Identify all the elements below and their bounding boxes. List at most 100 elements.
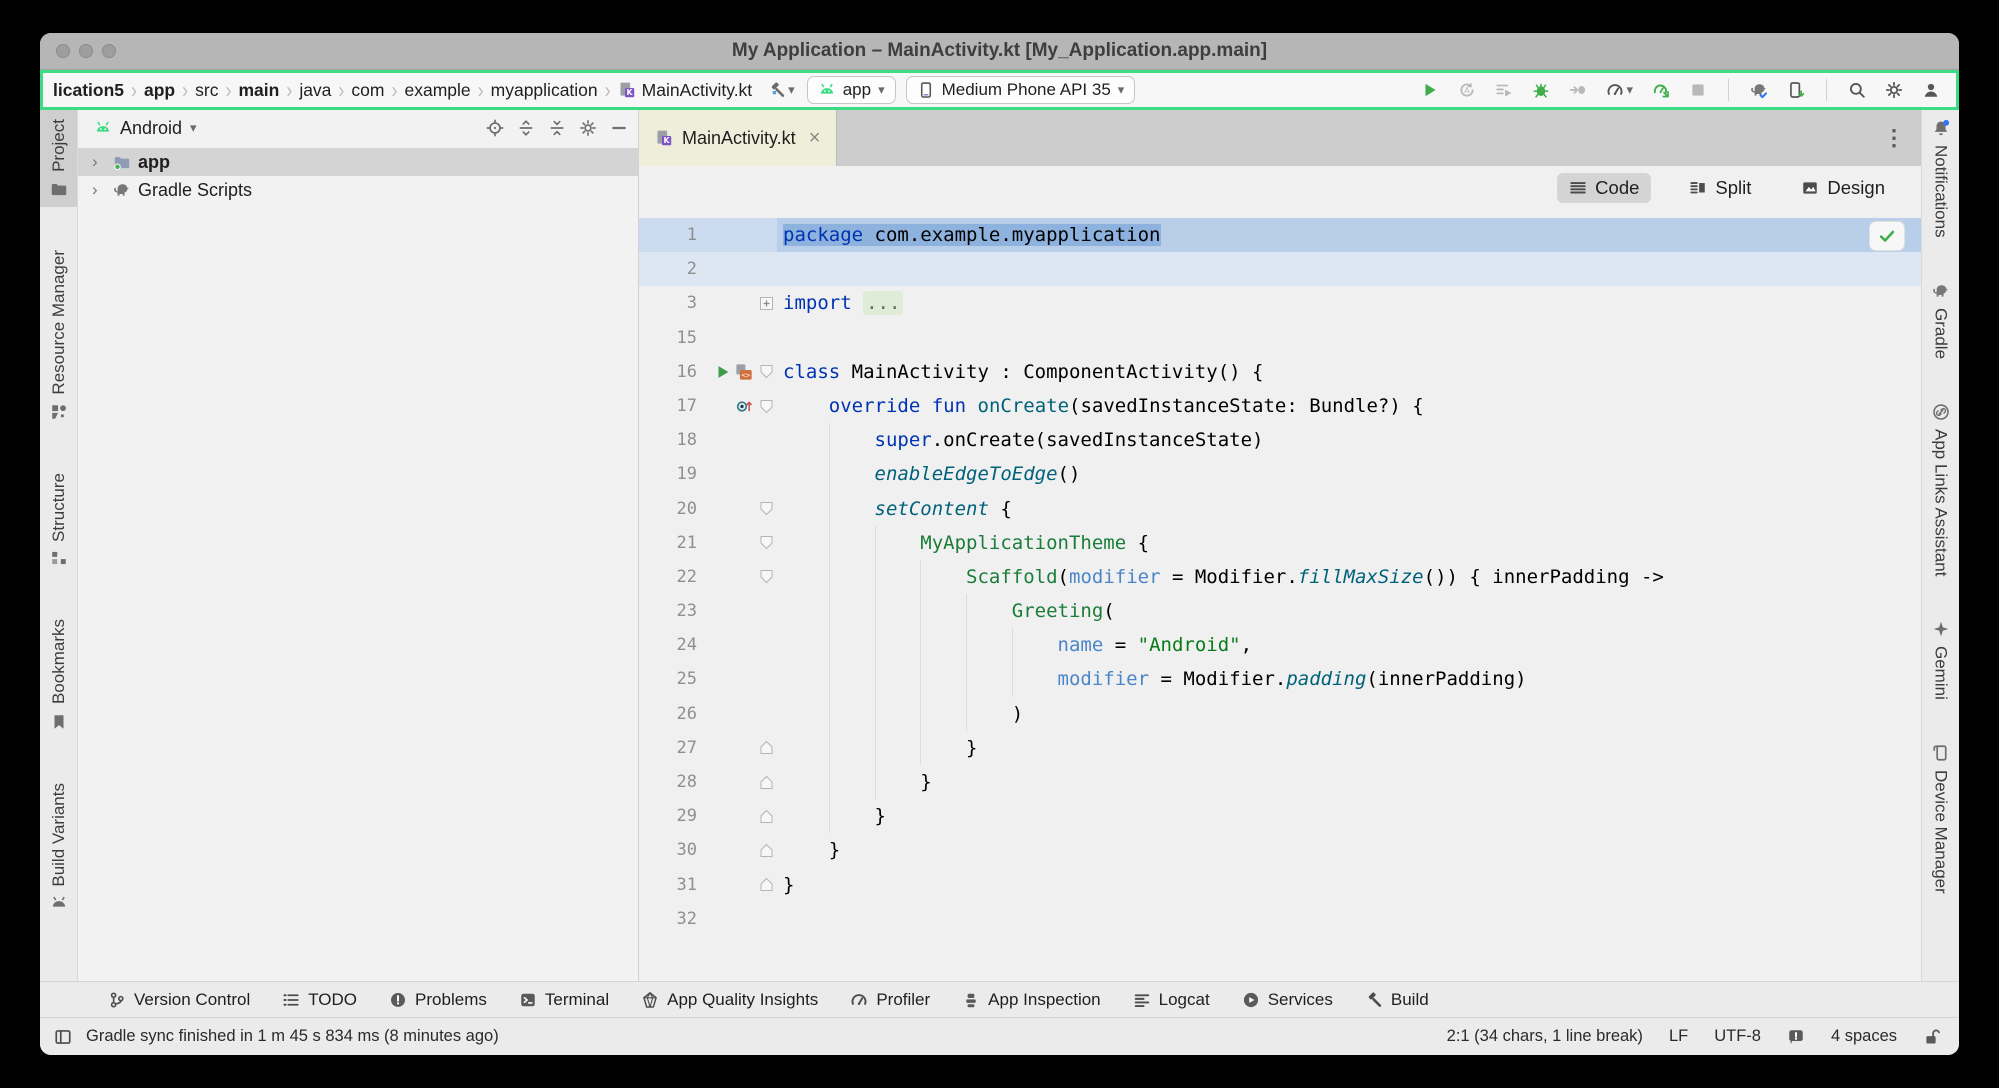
build-menu-button[interactable]: ▾ — [766, 79, 797, 101]
line-number[interactable]: 15 — [639, 321, 703, 355]
fold-marker[interactable] — [755, 765, 777, 799]
collapse-all-icon[interactable] — [548, 119, 566, 137]
stop-button[interactable] — [1687, 79, 1709, 101]
tool-tab-gemini[interactable]: Gemini — [1922, 611, 1959, 709]
fold-marker[interactable] — [755, 868, 777, 902]
tool-tab-resource-manager[interactable]: Resource Manager — [40, 241, 77, 430]
breadcrumb-item-src[interactable]: src — [191, 80, 222, 101]
code-editor[interactable]: 1package com.example.myapplication23impo… — [639, 210, 1921, 981]
line-number[interactable]: 20 — [639, 492, 703, 526]
tool-tab-bookmarks[interactable]: Bookmarks — [40, 610, 77, 739]
view-mode-code[interactable]: Code — [1557, 173, 1651, 203]
tool-window-button-app-inspection[interactable]: App Inspection — [962, 990, 1100, 1010]
line-number[interactable]: 24 — [639, 628, 703, 662]
caret-position-widget[interactable]: 2:1 (34 chars, 1 line break) — [1447, 1027, 1643, 1046]
fold-marker[interactable] — [755, 731, 777, 765]
override-icon[interactable] — [735, 397, 753, 415]
kebab-menu-icon[interactable]: ⋮ — [1867, 110, 1921, 166]
warning-bubble-icon[interactable] — [1787, 1028, 1805, 1046]
line-number[interactable]: 21 — [639, 526, 703, 560]
tool-tab-gradle[interactable]: Gradle — [1922, 273, 1959, 368]
chevron-right-icon[interactable]: › — [92, 152, 106, 172]
tool-tab-build-variants[interactable]: Build Variants — [40, 774, 77, 922]
tool-window-button-logcat[interactable]: Logcat — [1133, 990, 1210, 1010]
profile-low-overhead-button[interactable] — [1650, 79, 1672, 101]
apply-changes-button[interactable]: A — [1456, 79, 1478, 101]
line-number[interactable]: 23 — [639, 594, 703, 628]
tool-window-button-todo[interactable]: TODO — [282, 990, 357, 1010]
tool-tab-project[interactable]: Project — [40, 110, 77, 207]
line-number[interactable]: 26 — [639, 697, 703, 731]
search-everywhere-button[interactable] — [1846, 79, 1868, 101]
apply-code-changes-button[interactable] — [1493, 79, 1515, 101]
run-configuration-select[interactable]: app ▾ — [807, 76, 896, 104]
line-number[interactable]: 30 — [639, 833, 703, 867]
line-number[interactable]: 25 — [639, 662, 703, 696]
line-number[interactable]: 28 — [639, 765, 703, 799]
run-button[interactable] — [1419, 79, 1441, 101]
profiler-button[interactable]: ▾ — [1604, 79, 1635, 101]
line-number[interactable]: 29 — [639, 799, 703, 833]
tree-item-gradle-scripts[interactable]: ›Gradle Scripts — [78, 176, 638, 204]
line-number[interactable]: 22 — [639, 560, 703, 594]
line-number[interactable]: 19 — [639, 457, 703, 491]
project-view-select[interactable]: Android — [120, 118, 182, 139]
fold-marker[interactable] — [755, 526, 777, 560]
tool-tab-structure[interactable]: Structure — [40, 464, 77, 577]
minimize-window-button[interactable] — [79, 44, 93, 58]
line-number[interactable]: 32 — [639, 902, 703, 936]
line-number[interactable]: 3 — [639, 286, 703, 320]
fold-marker[interactable] — [755, 492, 777, 526]
tree-item-app[interactable]: ›app — [78, 148, 638, 176]
device-select[interactable]: Medium Phone API 35 ▾ — [906, 76, 1136, 104]
close-icon[interactable]: × — [809, 127, 821, 150]
unlocked-icon[interactable] — [1923, 1028, 1941, 1046]
fold-marker[interactable] — [755, 833, 777, 867]
fold-marker[interactable] — [755, 355, 777, 389]
tool-window-button-app-quality-insights[interactable]: App Quality Insights — [641, 990, 818, 1010]
breadcrumb-item-lication5[interactable]: lication5 — [49, 80, 128, 101]
breadcrumb-item-myapplication[interactable]: myapplication — [487, 80, 602, 101]
profile-account-button[interactable] — [1920, 79, 1942, 101]
view-mode-split[interactable]: Split — [1677, 173, 1763, 203]
line-number[interactable]: 18 — [639, 423, 703, 457]
view-mode-design[interactable]: Design — [1789, 173, 1897, 203]
debug-button[interactable] — [1530, 79, 1552, 101]
zoom-window-button[interactable] — [102, 44, 116, 58]
inspection-ok-badge[interactable] — [1869, 221, 1905, 251]
line-number[interactable]: 27 — [639, 731, 703, 765]
expand-all-icon[interactable] — [517, 119, 535, 137]
breadcrumb-item-mainactivity-kt[interactable]: KMainActivity.kt — [614, 80, 757, 101]
line-number[interactable]: 1 — [639, 218, 703, 252]
fold-marker[interactable] — [755, 560, 777, 594]
encoding-widget[interactable]: UTF-8 — [1714, 1027, 1761, 1046]
run-icon[interactable] — [714, 363, 732, 381]
locate-icon[interactable] — [486, 119, 504, 137]
tool-window-button-problems[interactable]: Problems — [389, 990, 487, 1010]
breadcrumb-item-main[interactable]: main — [234, 80, 283, 101]
settings-icon[interactable] — [579, 119, 597, 137]
close-window-button[interactable] — [56, 44, 70, 58]
tool-window-button-version-control[interactable]: Version Control — [108, 990, 250, 1010]
tool-tab-notifications[interactable]: Notifications — [1922, 110, 1959, 247]
tool-window-button-profiler[interactable]: Profiler — [850, 990, 930, 1010]
layout-icon[interactable] — [54, 1028, 72, 1046]
tool-window-button-services[interactable]: Services — [1242, 990, 1333, 1010]
attach-debugger-button[interactable] — [1567, 79, 1589, 101]
line-number[interactable]: 31 — [639, 868, 703, 902]
fold-marker[interactable] — [755, 799, 777, 833]
breadcrumb-item-app[interactable]: app — [140, 80, 179, 101]
indent-widget[interactable]: 4 spaces — [1831, 1027, 1897, 1046]
hide-icon[interactable] — [610, 119, 628, 137]
chevron-right-icon[interactable]: › — [92, 180, 106, 200]
breadcrumb-item-com[interactable]: com — [347, 80, 388, 101]
fold-marker[interactable] — [755, 286, 777, 320]
running-devices-button[interactable] — [1785, 79, 1807, 101]
sync-gradle-button[interactable] — [1748, 79, 1770, 101]
editor-tab-mainactivity[interactable]: K MainActivity.kt × — [639, 110, 837, 166]
line-number[interactable]: 2 — [639, 252, 703, 286]
breadcrumb-item-java[interactable]: java — [295, 80, 335, 101]
compose-class-icon[interactable]: <> — [735, 363, 753, 381]
line-number[interactable]: 17 — [639, 389, 703, 423]
tool-tab-device-manager[interactable]: Device Manager — [1922, 735, 1959, 903]
